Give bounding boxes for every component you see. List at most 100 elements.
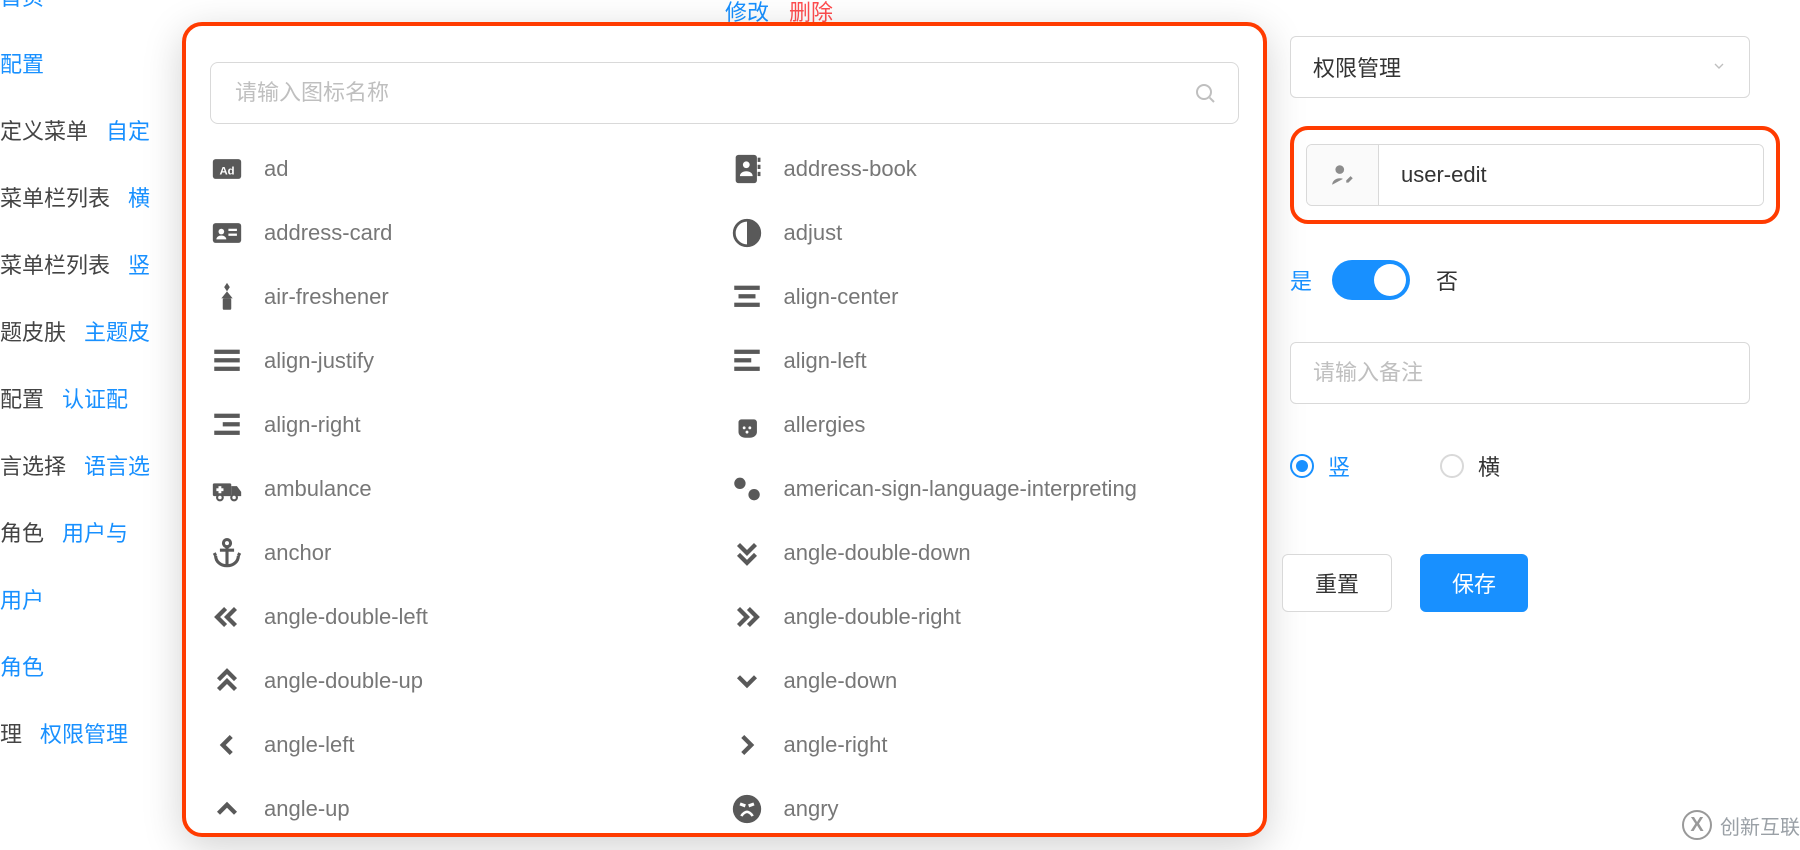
- address-book-icon: [730, 152, 764, 186]
- sidebar-item-user[interactable]: 用户: [0, 583, 160, 615]
- toggle-yes-label: 是: [1290, 264, 1312, 296]
- icon-option-angle-double-up[interactable]: angle-double-up: [210, 664, 720, 698]
- search-icon: [1193, 81, 1217, 105]
- angle-left-icon: [210, 728, 244, 762]
- save-button[interactable]: 保存: [1420, 554, 1528, 612]
- icon-option-label: angle-up: [264, 796, 350, 822]
- icon-option-label: angle-double-right: [784, 604, 961, 630]
- icon-option-allergies[interactable]: allergies: [730, 408, 1240, 442]
- watermark-text: 创新互联: [1720, 811, 1800, 840]
- anchor-icon: [210, 536, 244, 570]
- icon-option-align-justify[interactable]: align-justify: [210, 344, 720, 378]
- form-panel: 权限管理 是 否 竖 横 重置 保存: [1290, 0, 1780, 612]
- angle-right-icon: [730, 728, 764, 762]
- icon-picker-popup: Ad ad address-book address-card adjust air-fr…: [182, 22, 1267, 837]
- icon-option-label: allergies: [784, 412, 866, 438]
- remark-input[interactable]: [1290, 342, 1750, 404]
- radio-checked-icon: [1290, 454, 1314, 478]
- icon-option-label: address-card: [264, 220, 392, 246]
- icon-option-align-center[interactable]: align-center: [730, 280, 1240, 314]
- icon-option-angle-up[interactable]: angle-up: [210, 792, 720, 826]
- icon-option-label: anchor: [264, 540, 331, 566]
- air-freshener-icon: [210, 280, 244, 314]
- icon-option-align-left[interactable]: align-left: [730, 344, 1240, 378]
- icon-name-input[interactable]: [1379, 145, 1763, 205]
- sidebar-item-config[interactable]: 配置: [0, 47, 160, 79]
- icon-option-angle-down[interactable]: angle-down: [730, 664, 1240, 698]
- sidebar: 首页 配置 定义菜单自定 菜单栏列表横 菜单栏列表竖 题皮肤主题皮 配置认证配 …: [0, 0, 160, 749]
- icon-option-label: angle-down: [784, 668, 898, 694]
- icon-option-angry[interactable]: angry: [730, 792, 1240, 826]
- icon-option-label: angle-right: [784, 732, 888, 758]
- icon-option-angle-double-right[interactable]: angle-double-right: [730, 600, 1240, 634]
- address-card-icon: [210, 216, 244, 250]
- ambulance-icon: [210, 472, 244, 506]
- sidebar-item-menu-v[interactable]: 菜单栏列表竖: [0, 248, 160, 280]
- icon-option-asl[interactable]: american-sign-language-interpreting: [730, 472, 1240, 506]
- icon-option-address-card[interactable]: address-card: [210, 216, 720, 250]
- icon-option-address-book[interactable]: address-book: [730, 152, 1240, 186]
- icon-option-label: ad: [264, 156, 288, 182]
- allergies-icon: [730, 408, 764, 442]
- icon-option-label: align-justify: [264, 348, 374, 374]
- radio-unchecked-icon: [1440, 454, 1464, 478]
- ad-icon: Ad: [210, 152, 244, 186]
- angle-up-icon: [210, 792, 244, 826]
- icon-name-input-group: [1306, 144, 1764, 206]
- sidebar-item-home[interactable]: 首页: [0, 0, 160, 12]
- icon-option-label: align-left: [784, 348, 867, 374]
- angle-double-right-icon: [730, 600, 764, 634]
- icon-option-angle-left[interactable]: angle-left: [210, 728, 720, 762]
- parent-select[interactable]: 权限管理: [1290, 36, 1750, 98]
- radio-vertical[interactable]: 竖: [1290, 450, 1350, 482]
- angry-icon: [730, 792, 764, 826]
- enabled-switch[interactable]: [1332, 260, 1410, 300]
- icon-option-ad[interactable]: Ad ad: [210, 152, 720, 186]
- icon-option-anchor[interactable]: anchor: [210, 536, 720, 570]
- angle-down-icon: [730, 664, 764, 698]
- sidebar-item-auth[interactable]: 配置认证配: [0, 382, 160, 414]
- icon-option-label: american-sign-language-interpreting: [784, 476, 1137, 502]
- icon-option-label: align-right: [264, 412, 361, 438]
- user-edit-icon: [1307, 145, 1379, 205]
- sidebar-item-user-role[interactable]: 角色用户与: [0, 516, 160, 548]
- icon-option-label: ambulance: [264, 476, 372, 502]
- sidebar-item-menu-h[interactable]: 菜单栏列表横: [0, 181, 160, 213]
- icon-option-angle-right[interactable]: angle-right: [730, 728, 1240, 762]
- icon-option-label: angle-double-left: [264, 604, 428, 630]
- icon-option-ambulance[interactable]: ambulance: [210, 472, 720, 506]
- icon-option-air-freshener[interactable]: air-freshener: [210, 280, 720, 314]
- icon-option-align-right[interactable]: align-right: [210, 408, 720, 442]
- icon-option-label: adjust: [784, 220, 843, 246]
- icon-grid: Ad ad address-book address-card adjust air-fr…: [210, 152, 1239, 837]
- sidebar-item-lang[interactable]: 言选择语言选: [0, 449, 160, 481]
- icon-option-label: air-freshener: [264, 284, 389, 310]
- icon-option-label: align-center: [784, 284, 899, 310]
- icon-option-angle-double-left[interactable]: angle-double-left: [210, 600, 720, 634]
- icon-option-adjust[interactable]: adjust: [730, 216, 1240, 250]
- align-center-icon: [730, 280, 764, 314]
- angle-double-left-icon: [210, 600, 244, 634]
- asl-icon: [730, 472, 764, 506]
- radio-horizontal[interactable]: 横: [1440, 450, 1500, 482]
- sidebar-item-theme[interactable]: 题皮肤主题皮: [0, 315, 160, 347]
- watermark: X 创新互联: [1682, 810, 1800, 840]
- sidebar-item-custom-menu[interactable]: 定义菜单自定: [0, 114, 160, 146]
- icon-option-label: angry: [784, 796, 839, 822]
- icon-search-input[interactable]: [210, 62, 1239, 124]
- sidebar-item-role[interactable]: 角色: [0, 650, 160, 682]
- watermark-logo-icon: X: [1682, 810, 1712, 840]
- svg-text:Ad: Ad: [219, 166, 234, 178]
- align-justify-icon: [210, 344, 244, 378]
- icon-option-label: angle-double-down: [784, 540, 971, 566]
- reset-button[interactable]: 重置: [1282, 554, 1392, 612]
- sidebar-item-perm[interactable]: 理权限管理: [0, 717, 160, 749]
- adjust-icon: [730, 216, 764, 250]
- align-right-icon: [210, 408, 244, 442]
- toggle-no-label: 否: [1436, 264, 1458, 296]
- icon-option-angle-double-down[interactable]: angle-double-down: [730, 536, 1240, 570]
- angle-double-up-icon: [210, 664, 244, 698]
- select-value: 权限管理: [1313, 51, 1401, 83]
- icon-option-label: angle-double-up: [264, 668, 423, 694]
- angle-double-down-icon: [730, 536, 764, 570]
